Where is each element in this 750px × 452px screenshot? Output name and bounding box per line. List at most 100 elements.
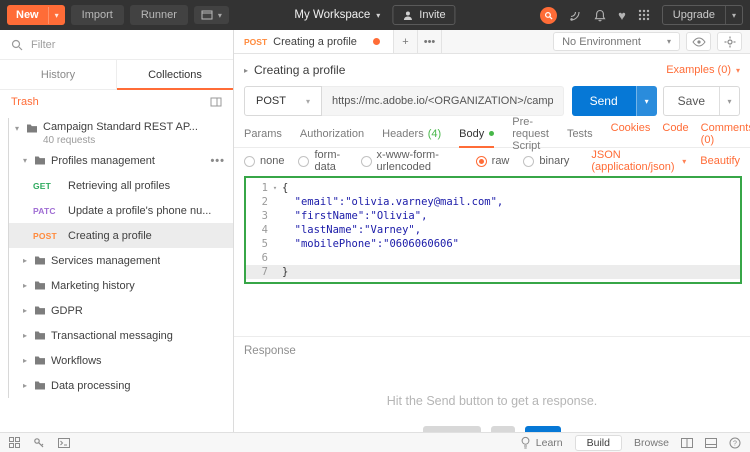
chevron-down-icon[interactable]: ▾ xyxy=(635,86,657,116)
folder-workflows[interactable]: ▸ Workflows xyxy=(9,348,233,373)
satellite-icon[interactable] xyxy=(569,9,582,22)
new-button[interactable]: New ▾ xyxy=(7,5,65,25)
folder-data-processing[interactable]: ▸ Data processing xyxy=(9,373,233,398)
request-retrieving-all-profiles[interactable]: GET Retrieving all profiles xyxy=(9,173,233,198)
examples-dropdown[interactable]: Examples (0) ▾ xyxy=(666,64,740,76)
more-actions-icon[interactable]: ••• xyxy=(210,155,233,167)
fold-caret-icon[interactable]: ▾ xyxy=(268,181,282,195)
import-button[interactable]: Import xyxy=(70,5,124,25)
workspace-switcher[interactable]: My Workspace ▾ xyxy=(294,9,380,21)
cookies-link[interactable]: Cookies xyxy=(611,122,651,146)
url-input[interactable] xyxy=(321,86,564,116)
bell-icon[interactable] xyxy=(594,9,606,22)
content-type-select[interactable]: JSON (application/json) ▾ xyxy=(591,149,686,173)
method-value: POST xyxy=(256,95,286,107)
environment-settings-button[interactable] xyxy=(717,32,742,51)
two-pane-icon[interactable] xyxy=(681,437,693,448)
comments-link[interactable]: Comments (0) xyxy=(701,122,750,146)
unsaved-changes-dot xyxy=(372,38,380,45)
editor-line-current[interactable]: 7 } xyxy=(246,265,740,279)
invite-button[interactable]: Invite xyxy=(392,5,456,25)
upgrade-button[interactable]: Upgrade ▾ xyxy=(661,5,743,25)
filter-row xyxy=(0,30,233,60)
folder-services-management[interactable]: ▸ Services management xyxy=(9,248,233,273)
url-builder-row: POST ▾ Send ▾ Save ▾ xyxy=(244,86,740,116)
runner-button[interactable]: Runner xyxy=(129,5,188,25)
tab-tests[interactable]: Tests xyxy=(567,120,593,147)
browse-mode-button[interactable]: Browse xyxy=(634,437,669,449)
code-text: } xyxy=(282,266,289,278)
body-mode-urlencoded[interactable]: x-www-form-urlencoded xyxy=(360,149,462,173)
request-title-row: ▸ Creating a profile Examples (0) ▾ xyxy=(244,62,740,78)
environment-value: No Environment xyxy=(562,35,641,48)
sidebar-toggle-icon[interactable] xyxy=(210,96,222,108)
editor-line[interactable]: 4 "lastName":"Varney", xyxy=(246,223,740,237)
editor-bottom-spacer xyxy=(234,284,750,336)
learn-button[interactable]: Learn xyxy=(520,436,563,449)
editor-line[interactable]: 2 "email":"olivia.varney@mail.com", xyxy=(246,195,740,209)
environment-quick-look-button[interactable] xyxy=(686,32,711,51)
method-select[interactable]: POST ▾ xyxy=(244,86,322,116)
beautify-link[interactable]: Beautify xyxy=(700,155,740,167)
console-panel-icon[interactable] xyxy=(705,437,717,448)
tab-pre-request-script[interactable]: Pre-request Script xyxy=(512,116,549,152)
trash-link[interactable]: Trash xyxy=(11,96,39,108)
content-area: History Collections Trash ▾ Campaign Sta… xyxy=(0,30,750,432)
body-mode-raw[interactable]: raw xyxy=(475,155,509,167)
save-button[interactable]: Save ▾ xyxy=(662,86,740,116)
tab-label: Authorization xyxy=(299,127,365,140)
tab-params[interactable]: Params xyxy=(244,120,282,147)
code-link[interactable]: Code xyxy=(662,122,688,146)
folder-profiles-management[interactable]: ▾ Profiles management ••• xyxy=(9,148,233,173)
sync-status-icon[interactable] xyxy=(540,6,558,24)
heart-icon[interactable]: ♥ xyxy=(618,9,626,22)
tab-method-badge: POST xyxy=(244,36,268,47)
environment-select[interactable]: No Environment ▾ xyxy=(553,32,680,51)
body-editor[interactable]: 1 ▾ { 2 "email":"olivia.varney@mail.com"… xyxy=(244,176,742,284)
open-new-window-button[interactable]: ▾ xyxy=(193,6,229,24)
build-mode-button[interactable]: Build xyxy=(574,434,622,451)
filter-input[interactable] xyxy=(31,38,222,51)
collection-root[interactable]: ▾ Campaign Standard REST AP... 40 reques… xyxy=(9,118,233,148)
request-creating-a-profile[interactable]: POST Creating a profile xyxy=(9,223,233,248)
send-button[interactable]: Send ▾ xyxy=(571,86,657,116)
help-icon[interactable]: ? xyxy=(729,437,741,449)
tab-body[interactable]: Body xyxy=(459,120,495,148)
folder-icon xyxy=(34,355,46,366)
folder-transactional-messaging[interactable]: ▸ Transactional messaging xyxy=(9,323,233,348)
apps-grid-icon[interactable] xyxy=(638,9,650,21)
editor-line[interactable]: 5 "mobilePhone":"0606060606" xyxy=(246,237,740,251)
editor-line[interactable]: 1 ▾ { xyxy=(246,181,740,195)
headers-count: (4) xyxy=(427,127,442,140)
svg-text:?: ? xyxy=(733,440,737,447)
key-icon[interactable] xyxy=(33,437,45,449)
tab-authorization[interactable]: Authorization xyxy=(300,120,364,147)
chevron-down-icon[interactable]: ▾ xyxy=(47,6,65,24)
body-mode-none[interactable]: none xyxy=(244,155,284,167)
tab-collections[interactable]: Collections xyxy=(116,60,233,90)
tab-history[interactable]: History xyxy=(0,60,116,89)
folder-gdpr[interactable]: ▸ GDPR xyxy=(9,298,233,323)
editor-line[interactable]: 3 "firstName":"Olivia", xyxy=(246,209,740,223)
folder-marketing-history[interactable]: ▸ Marketing history xyxy=(9,273,233,298)
collapse-request-icon[interactable]: ▸ xyxy=(244,66,248,75)
chevron-down-icon[interactable]: ▾ xyxy=(724,6,742,24)
new-tab-button[interactable]: + xyxy=(394,30,418,53)
editor-line[interactable]: 6 xyxy=(246,251,740,265)
cut-off-button[interactable] xyxy=(491,426,515,432)
cut-off-button[interactable] xyxy=(423,426,481,432)
grid-icon[interactable] xyxy=(9,437,20,448)
console-icon[interactable] xyxy=(58,437,70,448)
gear-icon xyxy=(724,36,736,48)
body-mode-form-data[interactable]: form-data xyxy=(298,149,346,173)
cut-off-primary-button[interactable] xyxy=(525,426,561,432)
chevron-down-icon[interactable]: ▾ xyxy=(719,87,739,115)
open-request-tab[interactable]: POST Creating a profile xyxy=(234,30,394,53)
request-update-profile-phone[interactable]: PATC Update a profile's phone nu... xyxy=(9,198,233,223)
tab-history-label: History xyxy=(40,68,76,81)
tab-options-button[interactable]: ••• xyxy=(418,30,442,53)
request-title: Creating a profile xyxy=(254,63,346,77)
tab-headers[interactable]: Headers (4) xyxy=(382,120,441,147)
body-mode-binary[interactable]: binary xyxy=(523,155,569,167)
